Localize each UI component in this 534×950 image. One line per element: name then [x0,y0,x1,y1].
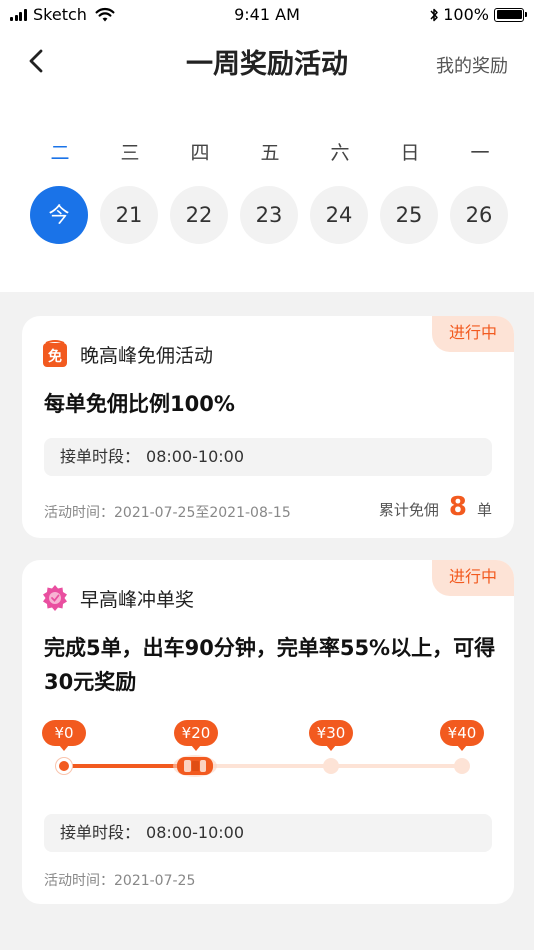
weekday-label: 六 [330,142,350,164]
activity-time-label: 活动时间： [44,873,114,889]
card-header: 免 晚高峰免佣活动 [42,340,213,368]
status-bar: Sketch 9:41 AM 100% [0,0,534,30]
milestone-bubble: ¥20 [174,720,218,751]
date-item[interactable]: 21 [100,186,158,244]
mian-badge-icon: 免 [43,340,67,367]
order-period-label: 接单时段： [60,447,141,466]
order-period: 接单时段： 08:00-10:00 [44,814,492,852]
reward-progress: ¥0 ¥20 ¥30 ¥40 [42,720,492,790]
total-free-orders: 累计免佣 8 单 [379,492,492,522]
milestone-dot [454,758,470,774]
battery-percent: 100% [443,5,489,24]
card-header: 早高峰冲单奖 [42,584,194,612]
total-label: 累计免佣 [378,501,439,519]
order-period-value: 08:00-10:00 [146,447,245,466]
activity-time-value: 2021-07-25 [114,873,196,889]
total-value: 8 [448,492,467,522]
my-rewards-link[interactable]: 我的奖励 [436,52,508,78]
milestone-bubble: ¥40 [440,720,484,751]
date-item[interactable]: 25 [380,186,438,244]
date-item[interactable]: 22 [170,186,228,244]
activity-time: 活动时间：2021-07-25 [44,870,195,890]
progress-track [64,764,462,768]
date-item[interactable]: 23 [240,186,298,244]
weekday-label: 一 [470,142,490,164]
bluetooth-icon [430,8,438,21]
car-icon [173,755,218,777]
total-unit: 单 [476,501,492,519]
milestone-dot [323,758,339,774]
card-description: 完成5单，出车90分钟，完单率55%以上，可得30元奖励 [44,636,496,694]
weekday-label: 日 [400,142,420,164]
activity-card-morning[interactable]: 进行中 早高峰冲单奖 完成5单，出车90分钟，完单率55%以上，可得30元奖励 … [22,560,514,904]
header-panel: Sketch 9:41 AM 100% 一周奖励活动 我的奖励 二 三 四 五 … [0,0,534,292]
weekday-label: 五 [260,142,280,164]
order-period-label: 接单时段： [60,823,141,842]
activity-card-evening[interactable]: 进行中 免 晚高峰免佣活动 每单免佣比例100% 接单时段： 08:00-10:0… [22,316,514,538]
milestone-bubble: ¥0 [42,720,86,751]
card-name: 早高峰冲单奖 [80,588,195,611]
milestone-dot [56,758,72,774]
activity-time: 活动时间：2021-07-25至2021-08-15 [44,502,291,522]
mian-badge-text: 免 [48,348,62,365]
battery-icon [494,7,527,22]
date-item[interactable]: 24 [310,186,368,244]
status-badge: 进行中 [432,560,514,596]
date-today[interactable]: 今 [30,186,88,244]
order-period-value: 08:00-10:00 [146,823,245,842]
weekday-label: 二 [50,142,70,164]
status-badge: 进行中 [432,316,514,352]
status-right: 100% [429,5,527,24]
weekday-label: 三 [120,142,140,164]
card-name: 晚高峰免佣活动 [80,344,214,367]
date-item[interactable]: 26 [450,186,508,244]
milestone-bubble: ¥30 [309,720,353,751]
order-period: 接单时段： 08:00-10:00 [44,438,492,476]
activity-time-value: 2021-07-25至2021-08-15 [114,505,291,521]
weekday-label: 四 [190,142,210,164]
card-description: 每单免佣比例100% [44,392,235,416]
activity-time-label: 活动时间： [44,505,114,521]
medal-icon [43,585,67,611]
